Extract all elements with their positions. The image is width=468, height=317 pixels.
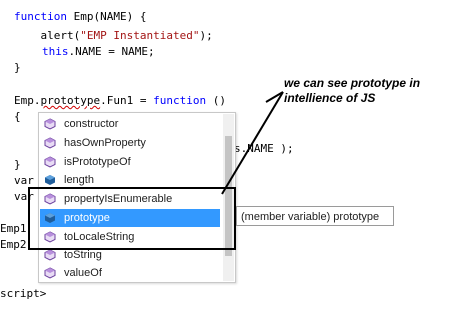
annotation-arrow <box>221 91 284 195</box>
annotation-text: we can see prototype in intellience of J… <box>284 76 421 105</box>
